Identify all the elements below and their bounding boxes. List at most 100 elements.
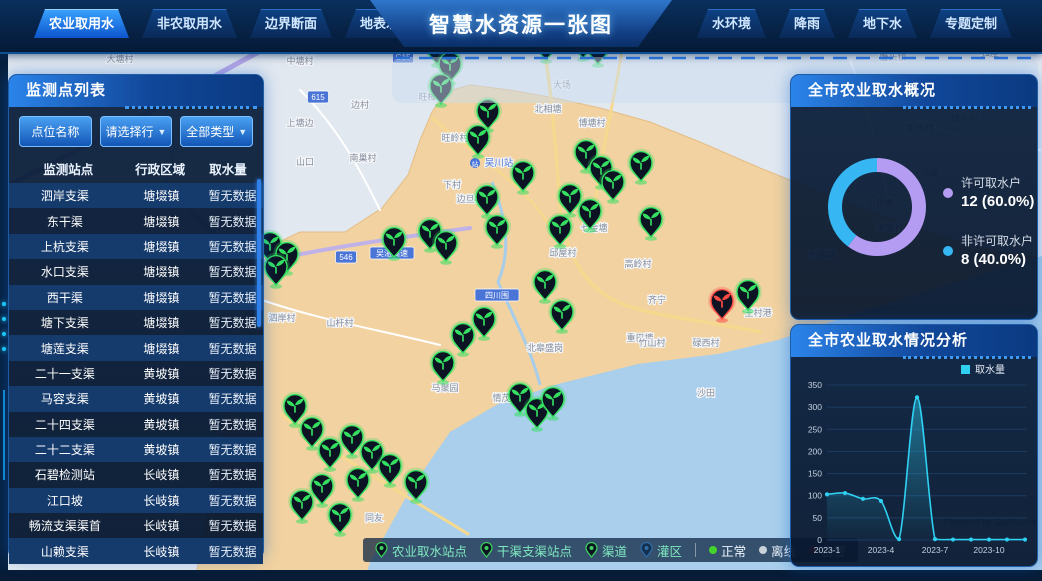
panel-title-text: 全市农业取水概况: [808, 82, 936, 99]
active-tab-caret-icon: [77, 1, 87, 7]
svg-text:546: 546: [339, 253, 353, 262]
table-row[interactable]: 二十二支渠黄坡镇暂无数据: [9, 437, 263, 462]
chevron-down-icon: ▼: [158, 127, 167, 137]
tab-water-env[interactable]: 水环境: [697, 9, 766, 38]
map-label: 南巢村: [349, 152, 376, 163]
table-row[interactable]: 二十一支渠黄坡镇暂无数据: [9, 361, 263, 386]
column-header-region: 行政区域: [121, 159, 198, 178]
legend-pin-icon: [375, 542, 388, 558]
legend-label: 渠道: [602, 541, 627, 560]
chevron-down-icon: ▼: [238, 127, 247, 137]
table-cell: 暂无数据: [202, 492, 263, 509]
map-legend-item[interactable]: 农业取水站点: [375, 541, 467, 560]
table-row[interactable]: 东干渠塘㙍镇暂无数据: [9, 208, 263, 233]
left-frame-decoration: [0, 52, 8, 581]
tab-rainfall[interactable]: 降雨: [779, 9, 835, 38]
table-cell: 江口坡: [9, 492, 121, 509]
status-legend-item[interactable]: 正常: [709, 541, 746, 560]
point-name-filter-button[interactable]: 点位名称: [19, 116, 92, 147]
table-row[interactable]: 马容支渠黄坡镇暂无数据: [9, 386, 263, 411]
svg-text:2023-10: 2023-10: [973, 545, 1004, 555]
table-cell: 塘下支渠: [9, 314, 121, 331]
map-label: 沙田: [697, 388, 715, 398]
map-legend-item[interactable]: 灌区: [640, 541, 682, 560]
type-select-value: 全部类型: [186, 123, 234, 140]
table-cell: 暂无数据: [202, 365, 263, 382]
panel-title-intake-overview: 全市农业取水概况: [791, 75, 1037, 107]
tab-groundwater[interactable]: 地下水: [848, 9, 917, 38]
table-row[interactable]: 江口坡长岐镇暂无数据: [9, 488, 263, 513]
svg-text:150: 150: [808, 469, 822, 479]
table-cell: 塘㙍镇: [121, 187, 202, 204]
table-row[interactable]: 上杭支渠塘㙍镇暂无数据: [9, 234, 263, 259]
table-row[interactable]: 山赖支渠长岐镇暂无数据: [9, 538, 263, 563]
map-legend-bar: 农业取水站点 干渠支渠站点 渠道 灌区 正常 离线 告警: [363, 538, 858, 562]
map-label: 齐宁: [648, 294, 666, 305]
tab-agri-water[interactable]: 农业取用水: [34, 9, 129, 38]
table-cell: 畅流支渠渠首: [9, 517, 121, 534]
frame-dot: [2, 332, 6, 336]
table-cell: 暂无数据: [202, 543, 263, 560]
table-body: 泗岸支渠塘㙍镇暂无数据东干渠塘㙍镇暂无数据上杭支渠塘㙍镇暂无数据水口支渠塘㙍镇暂…: [9, 183, 263, 564]
column-header-intake: 取水量: [199, 159, 257, 178]
svg-text:2023-7: 2023-7: [922, 545, 949, 555]
table-cell: 塘㙍镇: [121, 340, 202, 357]
map-legend-item[interactable]: 渠道: [585, 541, 627, 560]
tab-thematic[interactable]: 专题定制: [930, 9, 1012, 38]
donut-legend: 许可取水户12 (60.0%) 非许可取水户8 (40.0%): [943, 175, 1034, 269]
map-label: 边村: [351, 99, 369, 110]
map-label: 北皋盛岗: [527, 342, 563, 353]
legend-pin-icon: [585, 542, 598, 558]
legend-text: 许可取水户12 (60.0%): [961, 175, 1034, 211]
svg-text:200: 200: [808, 446, 822, 456]
region-select-value: 请选择行: [106, 123, 154, 140]
table-cell: 塘莲支渠: [9, 340, 121, 357]
map-label: 中塘村: [286, 55, 313, 66]
donut-legend-entry: 许可取水户12 (60.0%): [943, 175, 1034, 211]
status-dot: [709, 546, 717, 554]
region-select[interactable]: 请选择行 ▼: [100, 116, 173, 147]
legend-text: 非许可取水户8 (40.0%): [961, 233, 1033, 269]
table-row[interactable]: 塘莲支渠塘㙍镇暂无数据: [9, 335, 263, 360]
status-dot: [759, 546, 767, 554]
table-cell: 黄坡镇: [121, 441, 202, 458]
station-icon: 站吴川站: [470, 157, 514, 169]
table-row[interactable]: 二十四支渠黄坡镇暂无数据: [9, 412, 263, 437]
table-cell: 暂无数据: [202, 466, 263, 483]
table-row[interactable]: 水口支渠塘㙍镇暂无数据: [9, 259, 263, 284]
svg-text:250: 250: [808, 424, 822, 434]
svg-text:0: 0: [817, 535, 822, 545]
tab-boundary-section[interactable]: 边界断面: [250, 9, 332, 38]
table-cell: 泗岸支渠: [9, 187, 121, 204]
type-select[interactable]: 全部类型 ▼: [180, 116, 253, 147]
table-row[interactable]: 西干渠塘㙍镇暂无数据: [9, 285, 263, 310]
agri-intake-overview-panel: 全市农业取水概况 许可取水户12 (60.0%) 非许可取水户8 (40.0%): [790, 74, 1038, 320]
table-row[interactable]: 塘下支渠塘㙍镇暂无数据: [9, 310, 263, 335]
panel-title-monitoring-list: 监测点列表: [9, 75, 263, 107]
table-cell: 暂无数据: [202, 314, 263, 331]
monitoring-point-list-panel: 监测点列表 点位名称 请选择行 ▼ 全部类型 ▼ 监测站点 行政区域 取水量 泗…: [8, 74, 264, 559]
table-row[interactable]: 泗岸支渠塘㙍镇暂无数据: [9, 183, 263, 208]
road-shield: 四川围: [475, 289, 519, 301]
legend-label: 灌区: [657, 541, 682, 560]
left-tab-group: 农业取用水非农取用水边界断面地表水源地: [34, 9, 440, 38]
donut-legend-entry: 非许可取水户8 (40.0%): [943, 233, 1034, 269]
table-row[interactable]: 石碧检测站长岐镇暂无数据: [9, 462, 263, 487]
map-legend-item[interactable]: 干渠支渠站点: [480, 541, 572, 560]
table-cell: 塘㙍镇: [121, 238, 202, 255]
table-cell: 马容支渠: [9, 390, 121, 407]
map-label: 邱屋村: [549, 247, 576, 258]
line-legend-swatch: [961, 365, 970, 374]
filter-bar: 点位名称 请选择行 ▼ 全部类型 ▼: [9, 107, 263, 154]
svg-text:2023-1: 2023-1: [814, 545, 841, 555]
table-cell: 上杭支渠: [9, 238, 121, 255]
scrollbar-thumb[interactable]: [257, 179, 261, 327]
table-cell: 暂无数据: [202, 289, 263, 306]
page-title: 智慧水资源一张图: [370, 0, 672, 47]
tab-nonagri-water[interactable]: 非农取用水: [142, 9, 237, 38]
table-cell: 黄坡镇: [121, 416, 202, 433]
map-label: 下村: [443, 179, 461, 190]
table-row[interactable]: 畅流支渠渠首长岐镇暂无数据: [9, 513, 263, 538]
panel-title-intake-analysis: 全市农业取水情况分析: [791, 325, 1037, 357]
legend-pin-icon: [640, 542, 653, 558]
